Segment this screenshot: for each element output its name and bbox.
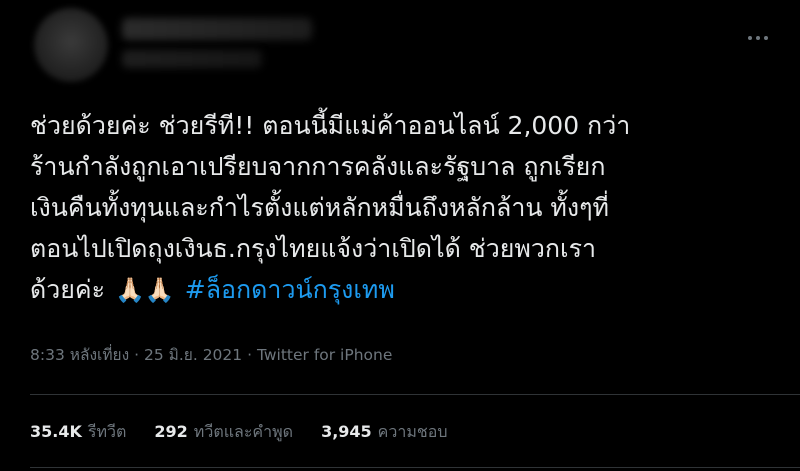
retweets-stat[interactable]: 35.4K รีทวีต (30, 420, 126, 445)
timestamp-link[interactable]: 8:33 หลังเที่ยง · 25 มิ.ย. 2021 (30, 346, 242, 364)
divider (30, 394, 800, 395)
tweet-text-line: เงินคืนทั้งทุนและกำไรตั้งแต่หลักหมื่นถึง… (30, 193, 609, 222)
display-name-redacted[interactable] (122, 18, 312, 40)
tweet-text-segment: ด้วยค่ะ (30, 275, 106, 304)
likes-label: ความชอบ (377, 422, 448, 441)
engagement-stats: 35.4K รีทวีต 292 ทวีตและคำพูด 3,945 ความ… (30, 420, 476, 445)
likes-stat[interactable]: 3,945 ความชอบ (321, 420, 447, 445)
tweet-text-line: ตอนไปเปิดถุงเงินธ.กรุงไทยแจ้งว่าเปิดได้ … (30, 234, 597, 263)
tweet-time: 8:33 หลังเที่ยง (30, 346, 130, 364)
quote-tweets-label: ทวีตและคำพูด (193, 422, 294, 441)
likes-count: 3,945 (321, 422, 372, 441)
more-horizontal-icon (748, 36, 752, 40)
tweet-text-last-line: ด้วยค่ะ 🙏🏻🙏🏻 #ล็อกดาวน์กรุงเทพ (30, 269, 780, 311)
tweet-date: 25 มิ.ย. 2021 (143, 346, 243, 364)
retweets-count: 35.4K (30, 422, 82, 441)
divider (30, 467, 800, 468)
tweet-card: ช่วยด้วยค่ะ ช่วยรีที!! ตอนนี้มีแม่ค้าออน… (0, 0, 800, 471)
more-horizontal-icon (764, 36, 768, 40)
retweets-label: รีทวีต (87, 422, 127, 441)
tweet-header (0, 0, 800, 92)
tweet-text-line: ช่วยด้วยค่ะ ช่วยรีที!! ตอนนี้มีแม่ค้าออน… (30, 111, 631, 140)
folded-hands-emoji-icon: 🙏🏻🙏🏻 (115, 276, 175, 304)
source-link[interactable]: Twitter for iPhone (257, 346, 392, 364)
quote-tweets-stat[interactable]: 292 ทวีตและคำพูด (154, 420, 293, 445)
more-horizontal-icon (756, 36, 760, 40)
tweet-text: ช่วยด้วยค่ะ ช่วยรีที!! ตอนนี้มีแม่ค้าออน… (30, 105, 780, 311)
quote-tweets-count: 292 (154, 422, 188, 441)
avatar[interactable] (34, 8, 108, 82)
tweet-metadata: 8:33 หลังเที่ยง · 25 มิ.ย. 2021 · Twitte… (30, 342, 392, 367)
hashtag-link[interactable]: #ล็อกดาวน์กรุงเทพ (185, 275, 395, 304)
more-options-button[interactable] (744, 28, 772, 48)
separator: · (129, 346, 144, 364)
separator: · (242, 346, 257, 364)
username-redacted[interactable] (122, 50, 262, 68)
tweet-text-line: ร้านกำลังถูกเอาเปรียบจากการคลังและรัฐบาล… (30, 152, 606, 181)
